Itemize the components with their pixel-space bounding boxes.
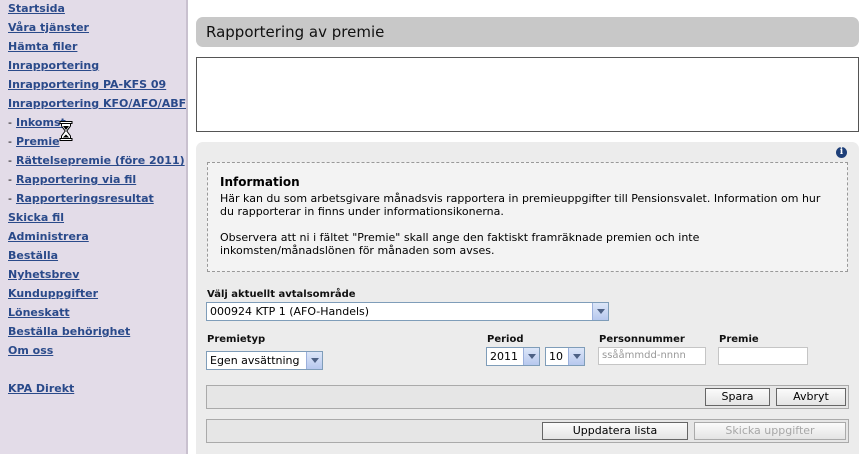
period-year-value: 2011 [490,350,518,363]
sidebar-link-rättelsepremie-före-2011[interactable]: Rättelsepremie (före 2011) [16,154,185,167]
information-note: Observera att ni i fältet "Premie" skall… [220,231,700,257]
sidebar-item: Våra tjänster [0,20,186,39]
chevron-down-icon [568,348,584,365]
sidebar-item: Inrapportering KFO/AFO/ABF [0,96,186,115]
sidebar-item: Beställa behörighet [0,324,186,343]
sub-item-dash: - [8,135,12,148]
premietyp-label: Premietyp [207,334,266,345]
sidebar-link-skicka-fil[interactable]: Skicka fil [8,211,64,224]
period-month-value: 10 [549,350,563,363]
sidebar-item: Startsida [0,1,186,20]
agreement-select[interactable]: 000924 KTP 1 (AFO-Handels) [206,302,609,321]
sidebar-item: Löneskatt [0,305,186,324]
sub-item-dash: - [8,192,12,205]
sidebar-item: - Rapporteringsresultat [0,191,186,210]
premie-input[interactable] [718,347,808,365]
sidebar-link-kunduppgifter[interactable]: Kunduppgifter [8,287,98,300]
sidebar-item: Nyhetsbrev [0,267,186,286]
period-year-select[interactable]: 2011 [486,347,540,366]
personnummer-label: Personnummer [599,334,685,345]
sidebar-link-startsida[interactable]: Startsida [8,2,65,15]
sub-item-dash: - [8,173,12,186]
sub-item-dash: - [8,154,12,167]
info-icon[interactable]: i [836,147,847,158]
cancel-button[interactable]: Avbryt [776,388,846,406]
sidebar-link-våra-tjänster[interactable]: Våra tjänster [8,21,89,34]
sidebar-link-löneskatt[interactable]: Löneskatt [8,306,70,319]
sidebar-item: Inrapportering [0,58,186,77]
sidebar-link-inrapportering-pa-kfs-09[interactable]: Inrapportering PA-KFS 09 [8,78,166,91]
page-title: Rapportering av premie [206,23,385,41]
information-text: Här kan du som arbetsgivare månadsvis ra… [220,192,821,218]
sidebar-item: - Rättelsepremie (före 2011) [0,153,186,172]
sidebar-nav: Startsida Våra tjänster Hämta filer Inrappo… [0,0,186,400]
sidebar-item: Hämta filer [0,39,186,58]
page-title-bar: Rapportering av premie [196,17,859,47]
action-bar: Spara Avbryt [206,385,849,409]
sidebar-link-rapporteringsresultat[interactable]: Rapporteringsresultat [16,192,154,205]
sidebar-item: Administrera [0,229,186,248]
sidebar-link-beställa[interactable]: Beställa [8,249,58,262]
chevron-down-icon [592,303,608,320]
list-action-bar: Uppdatera lista Skicka uppgifter [206,419,849,443]
premietyp-select[interactable]: Egen avsättning [206,351,323,370]
sub-item-dash: - [8,116,12,129]
sidebar-link-beställa-behörighet[interactable]: Beställa behörighet [8,325,130,338]
sidebar-link-nyhetsbrev[interactable]: Nyhetsbrev [8,268,79,281]
sidebar-link-administrera[interactable]: Administrera [8,230,89,243]
chevron-down-icon [523,348,539,365]
sidebar-link-inrapportering[interactable]: Inrapportering [8,59,99,72]
sidebar-link-kpa-direkt[interactable]: KPA Direkt [8,382,74,395]
sidebar-link-hämta-filer[interactable]: Hämta filer [8,40,77,53]
sidebar-item: - Rapportering via fil [0,172,186,191]
sidebar-item: - Premie [0,134,186,153]
sidebar-item: Kunduppgifter [0,286,186,305]
chevron-down-icon [306,352,322,369]
save-button[interactable]: Spara [705,388,770,406]
sidebar-link-inrapportering-kfo-afo-abf[interactable]: Inrapportering KFO/AFO/ABF [8,97,186,110]
sidebar-item: Beställa [0,248,186,267]
information-heading: Information [220,175,300,189]
sidebar-divider [186,0,188,454]
period-label: Period [487,334,524,345]
personnummer-input[interactable]: ssååmmdd-nnnn [598,347,706,365]
sidebar-link-rapportering-via-fil[interactable]: Rapportering via fil [16,173,136,186]
sidebar-item: Inrapportering PA-KFS 09 [0,77,186,96]
premie-label: Premie [719,334,759,345]
sidebar-link-om-oss[interactable]: Om oss [8,344,53,357]
premietyp-value: Egen avsättning [210,354,300,367]
message-area [196,57,859,132]
sidebar-item: Skicka fil [0,210,186,229]
period-month-select[interactable]: 10 [545,347,585,366]
sidebar-item: KPA Direkt [0,381,186,400]
sidebar: Startsida Våra tjänster Hämta filer Inrappo… [0,0,186,454]
update-list-button[interactable]: Uppdatera lista [542,422,688,440]
agreement-value: 000924 KTP 1 (AFO-Handels) [210,305,370,318]
send-data-button[interactable]: Skicka uppgifter [694,422,846,440]
agreement-label: Välj aktuellt avtalsområde [207,289,356,300]
sidebar-item: Om oss [0,343,186,362]
sidebar-link-premie[interactable]: Premie [16,135,60,148]
sidebar-item: - Inkomst [0,115,186,134]
information-box: Information Här kan du som arbetsgivare … [207,162,848,272]
hourglass-cursor-icon [59,121,73,141]
